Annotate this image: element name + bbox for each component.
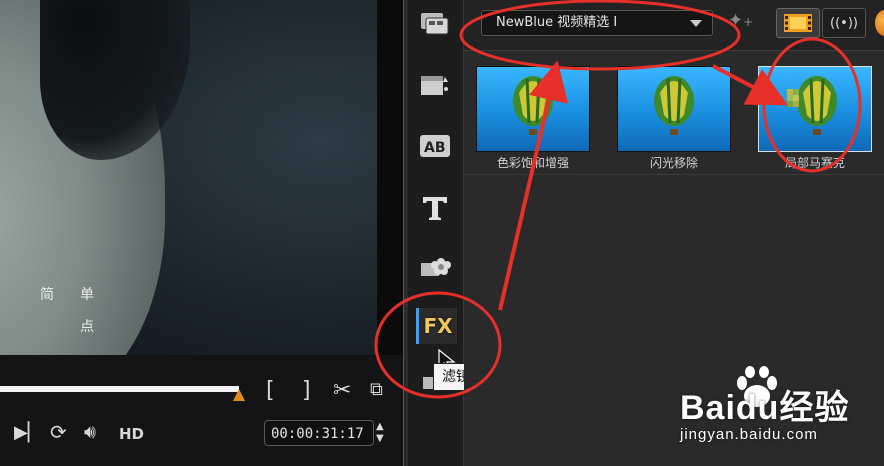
timecode-field[interactable]: 00:00:31:17: [264, 420, 374, 446]
filter-category-dropdown[interactable]: NewBlue 视频精选 I: [481, 10, 713, 36]
playback-scrubber[interactable]: [0, 386, 239, 392]
trim-start-bracket-icon[interactable]: [: [266, 380, 275, 402]
media-library-icon: [421, 13, 449, 35]
graphic-button[interactable]: [416, 248, 454, 284]
poem-char-1: 简: [40, 287, 54, 303]
balloon-icon: [513, 76, 553, 135]
scissors-icon[interactable]: ✂: [333, 380, 351, 402]
library-header: NewBlue 视频精选 I ✦+ ((•)): [464, 0, 884, 51]
volume-icon[interactable]: 🔊︎: [84, 423, 96, 442]
orange-round-icon[interactable]: [875, 10, 884, 36]
add-favorite-icon[interactable]: ✦+: [728, 10, 753, 31]
filter-caption: 闪光移除: [649, 156, 698, 170]
hd-toggle[interactable]: HD: [119, 427, 144, 442]
filter-caption: 色彩饱和增强: [496, 156, 569, 170]
show-video-filters-button[interactable]: [776, 8, 820, 38]
filter-thumbnail-3[interactable]: 局部马赛克: [746, 52, 884, 174]
trim-end-bracket-icon[interactable]: ]: [302, 380, 311, 402]
audio-waves-icon: ((•)): [830, 15, 858, 31]
instant-project-button[interactable]: [416, 68, 454, 104]
media-library-button[interactable]: [416, 6, 454, 42]
transition-ab-icon: AB: [420, 135, 450, 157]
chevron-down-icon: [690, 20, 702, 27]
filter-thumbnail-1[interactable]: 色彩饱和增强: [464, 52, 602, 174]
filter-thumbnail-2[interactable]: 闪光移除: [605, 52, 743, 174]
baidu-watermark: Baidu经验 jingyan.baidu.com: [676, 366, 876, 456]
poem-char-2: 单: [80, 287, 94, 303]
repeat-icon[interactable]: ⟳: [50, 422, 67, 442]
filter-caption: 局部马赛克: [784, 156, 845, 170]
timecode-spinner[interactable]: ▲ ▼: [376, 421, 384, 445]
copy-clip-icon[interactable]: ⧉: [370, 381, 383, 399]
watermark-url: jingyan.baidu.com: [680, 426, 818, 443]
film-strip-icon: [784, 14, 812, 32]
scrubber-handle[interactable]: [233, 389, 245, 401]
fx-icon: FX: [423, 314, 453, 338]
preview-panel: 简 单 点 [ ] ✂ ⧉ ▶▏ ⟳ 🔊︎ HD 00:00:31:17 ▲ ▼: [0, 0, 403, 466]
library-toolbar: AB FX: [408, 0, 464, 466]
show-audio-filters-button[interactable]: ((•)): [822, 8, 866, 38]
transition-button[interactable]: AB: [416, 128, 454, 164]
poem-char-3: 点: [80, 319, 94, 335]
graphic-flower-icon: [421, 258, 451, 276]
watermark-brand: Baidu经验: [680, 389, 850, 427]
dropdown-selected-value: NewBlue 视频精选 I: [496, 15, 618, 30]
play-next-icon[interactable]: ▶▏: [14, 424, 42, 442]
balloon-mosaic-icon: [787, 76, 837, 135]
filter-fx-button[interactable]: FX: [416, 308, 457, 344]
svg-text:AB: AB: [424, 140, 446, 156]
balloon-icon: [654, 76, 694, 135]
title-t-icon: [423, 197, 447, 220]
clapper-magic-icon: [421, 76, 448, 95]
video-preview: 简 单 点: [0, 0, 377, 355]
title-button[interactable]: [416, 190, 454, 226]
